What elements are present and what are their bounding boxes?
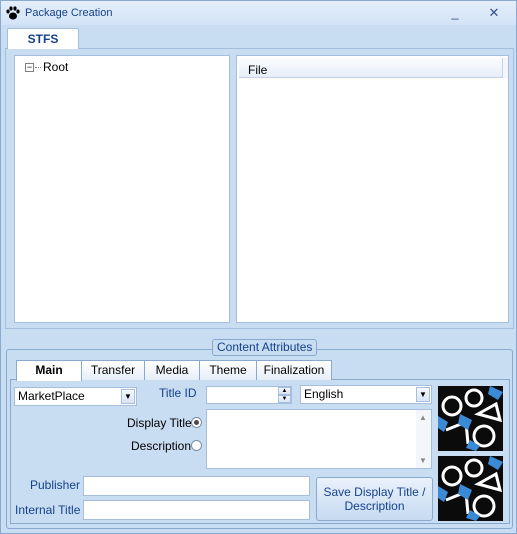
display-title-text-field[interactable]: ▲ ▼	[206, 409, 432, 469]
content-attributes-legend: Content Attributes	[212, 339, 318, 356]
paw-icon	[6, 6, 20, 20]
publisher-label: Publisher	[30, 478, 81, 492]
title-id-input[interactable]: ▲ ▼	[206, 386, 292, 404]
chevron-down-icon[interactable]: ▼	[416, 387, 430, 402]
internal-title-label: Internal Title	[15, 503, 81, 517]
save-button-label: Save Display Title / Description	[323, 485, 426, 513]
publisher-input[interactable]	[83, 476, 310, 496]
language-value: English	[304, 387, 344, 401]
column-header-label: File	[248, 63, 268, 77]
thumbnail-image	[438, 386, 503, 451]
tab-main[interactable]: Main	[16, 360, 82, 381]
content-image-thumbnail[interactable]	[438, 386, 503, 451]
column-header-file[interactable]: File	[239, 58, 503, 78]
minimize-button[interactable]: _	[445, 5, 465, 21]
chevron-down-icon[interactable]: ▼	[121, 389, 135, 404]
package-creation-window: Package Creation _ ✕ STFS − Root File Co…	[0, 0, 517, 534]
tab-stfs[interactable]: STFS	[7, 28, 79, 49]
save-display-title-button[interactable]: Save Display Title / Description	[316, 477, 433, 521]
description-label: Description	[131, 439, 192, 453]
title-id-label: Title ID	[159, 386, 197, 400]
package-type-select[interactable]: MarketPlace ▼	[14, 387, 137, 406]
tree-node-root[interactable]: − Root	[25, 60, 68, 74]
display-title-label: Display Title	[127, 416, 192, 430]
text-field-scrollbar[interactable]: ▲ ▼	[416, 410, 431, 468]
title-bar[interactable]: Package Creation _ ✕	[1, 1, 516, 25]
window-title: Package Creation	[25, 7, 113, 19]
description-radio[interactable]	[191, 440, 202, 451]
tab-theme[interactable]: Theme	[199, 360, 257, 380]
tab-finalization[interactable]: Finalization	[256, 360, 332, 380]
file-list[interactable]: File	[236, 55, 509, 323]
column-header-filler	[503, 58, 508, 78]
spin-up-icon[interactable]: ▲	[278, 387, 291, 395]
internal-title-input[interactable]	[83, 500, 310, 520]
tab-transfer[interactable]: Transfer	[81, 360, 145, 380]
thumbnail-image	[438, 456, 503, 521]
spin-down-icon[interactable]: ▼	[278, 395, 291, 403]
package-tree[interactable]: − Root	[14, 55, 230, 323]
content-image-thumbnail-2[interactable]	[438, 456, 503, 521]
tab-media[interactable]: Media	[144, 360, 200, 380]
scroll-up-icon[interactable]: ▲	[419, 413, 427, 422]
package-type-value: MarketPlace	[18, 389, 85, 403]
collapse-icon[interactable]: −	[25, 62, 34, 72]
tree-connector	[35, 66, 41, 68]
tree-node-label: Root	[43, 60, 69, 74]
close-button[interactable]: ✕	[484, 5, 504, 21]
scroll-down-icon[interactable]: ▼	[419, 456, 427, 465]
display-title-radio[interactable]	[191, 417, 202, 428]
content-attributes-tabs: Main Transfer Media Theme Finalization	[16, 360, 332, 381]
language-select[interactable]: English ▼	[300, 385, 432, 404]
